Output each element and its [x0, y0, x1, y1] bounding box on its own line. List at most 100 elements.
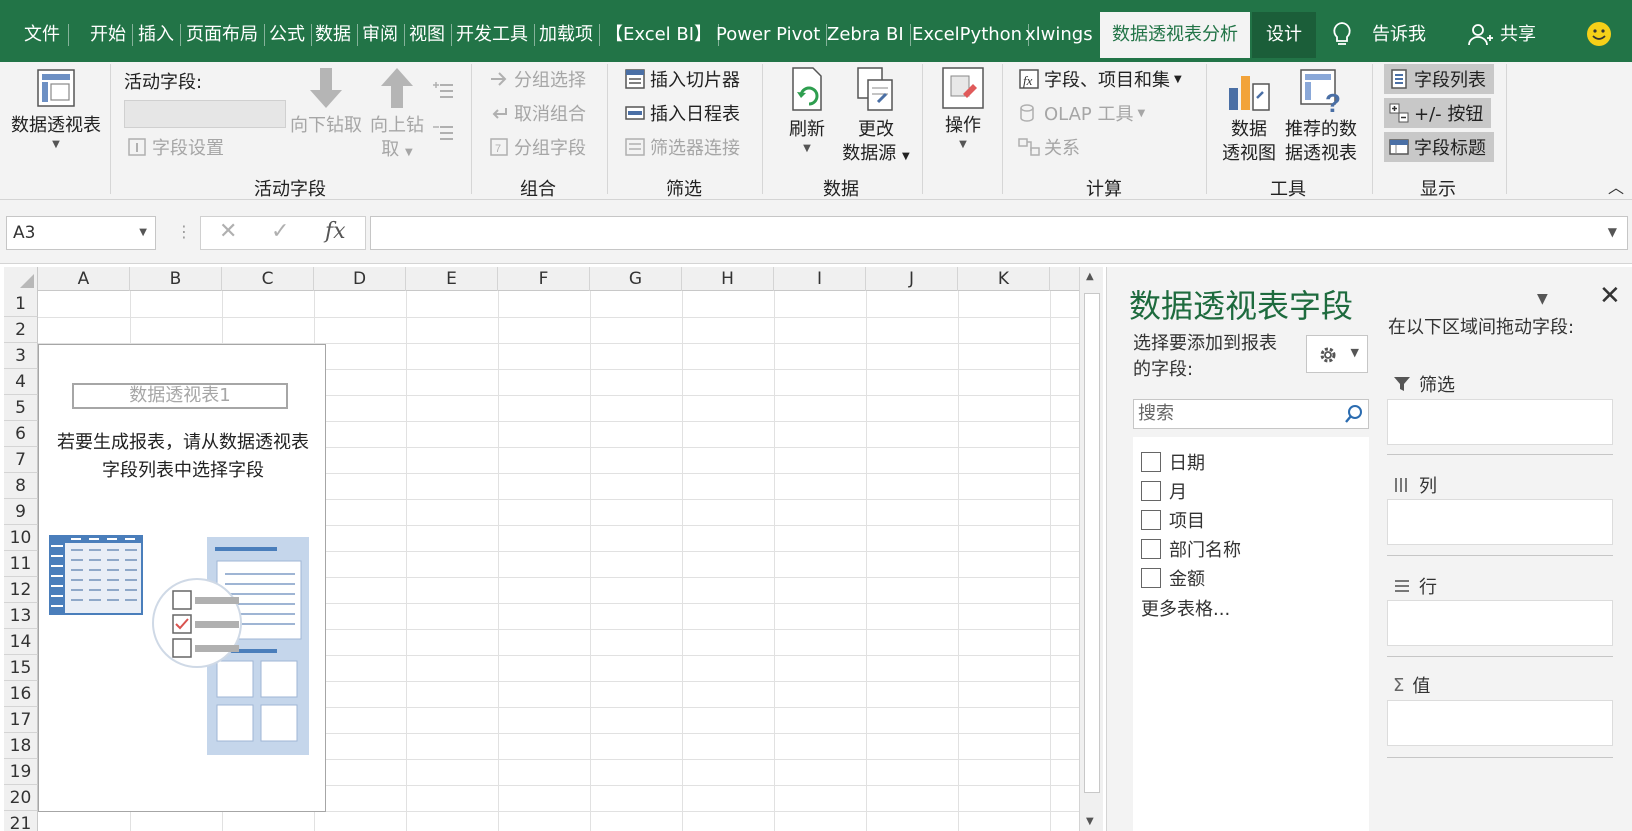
recommended-pivottables-button[interactable]: ? 推荐的数 据透视表	[1282, 66, 1360, 166]
column-header[interactable]: E	[406, 267, 498, 291]
formula-bar-grip-icon[interactable]: ⋮	[176, 222, 192, 241]
column-header[interactable]: A	[38, 267, 130, 291]
tab-developer[interactable]: 开发工具	[450, 12, 535, 58]
field-checkbox[interactable]	[1141, 568, 1161, 588]
lightbulb-icon[interactable]	[1328, 20, 1356, 48]
enter-formula-icon[interactable]: ✓	[271, 219, 289, 244]
expand-formula-chevron-icon[interactable]: ▼	[1608, 225, 1617, 239]
group-selection-button[interactable]: 分组选择	[488, 64, 586, 94]
group-field-button[interactable]: 7 分组字段	[488, 132, 586, 162]
row-header[interactable]: 14	[4, 629, 38, 655]
ungroup-button[interactable]: 取消组合	[488, 98, 586, 128]
row-header[interactable]: 20	[4, 785, 38, 811]
column-header[interactable]: H	[682, 267, 774, 291]
field-checkbox[interactable]	[1141, 510, 1161, 530]
row-header[interactable]: 3	[4, 343, 38, 369]
tab-pivot-analyze[interactable]: 数据透视表分析	[1100, 12, 1250, 58]
field-headers-toggle[interactable]: 字段标题	[1384, 132, 1494, 162]
tab-review[interactable]: 审阅	[356, 12, 405, 58]
pivottable-options-button[interactable]: 数据透视表 ▼	[6, 66, 106, 152]
row-header[interactable]: 6	[4, 421, 38, 447]
pivotchart-button[interactable]: 数据 透视图	[1218, 66, 1280, 166]
tab-insert[interactable]: 插入	[132, 12, 181, 58]
tab-xlwings[interactable]: xlwings	[1019, 12, 1099, 58]
cancel-formula-icon[interactable]: ✕	[219, 219, 237, 244]
field-checkbox[interactable]	[1141, 481, 1161, 501]
column-header[interactable]: C	[222, 267, 314, 291]
smiley-feedback-icon[interactable]	[1585, 20, 1613, 48]
close-icon[interactable]: ✕	[1599, 281, 1621, 311]
row-header[interactable]: 15	[4, 655, 38, 681]
drill-up-button[interactable]: 向上钻 取 ▼	[364, 66, 430, 165]
row-header[interactable]: 18	[4, 733, 38, 759]
rows-drop-area[interactable]	[1387, 600, 1613, 646]
row-header[interactable]: 13	[4, 603, 38, 629]
olap-tools-button[interactable]: OLAP 工具 ▼	[1018, 98, 1145, 128]
tab-page-layout[interactable]: 页面布局	[180, 12, 265, 58]
field-item-month[interactable]: 月	[1141, 478, 1187, 504]
collapse-field-icon[interactable]	[432, 122, 454, 144]
more-tables-link[interactable]: 更多表格...	[1141, 595, 1230, 621]
column-header[interactable]: J	[866, 267, 958, 291]
column-header[interactable]: F	[498, 267, 590, 291]
row-header[interactable]: 17	[4, 707, 38, 733]
insert-timeline-button[interactable]: 插入日程表	[624, 98, 740, 128]
scroll-down-arrow-icon[interactable]: ▼	[1086, 816, 1094, 827]
buttons-toggle[interactable]: +/- 按钮	[1384, 98, 1492, 128]
refresh-button[interactable]: 刷新 ▼	[780, 66, 834, 156]
field-list-toggle[interactable]: 字段列表	[1384, 64, 1494, 94]
field-item-date[interactable]: 日期	[1141, 449, 1205, 475]
row-header[interactable]: 7	[4, 447, 38, 473]
columns-drop-area[interactable]	[1387, 499, 1613, 545]
insert-function-icon[interactable]: fx	[325, 219, 346, 244]
pivottable-placeholder[interactable]: 数据透视表1 若要生成报表，请从数据透视表 字段列表中选择字段	[38, 344, 326, 812]
values-drop-area[interactable]	[1387, 700, 1613, 746]
tab-file[interactable]: 文件	[16, 12, 69, 58]
column-header[interactable]: D	[314, 267, 406, 291]
scroll-up-arrow-icon[interactable]: ▲	[1086, 271, 1094, 282]
share-person-icon[interactable]	[1466, 20, 1494, 48]
tab-zebra-bi[interactable]: Zebra BI	[821, 12, 911, 58]
change-data-source-button[interactable]: 更改 数据源 ▼	[838, 66, 914, 169]
filter-connections-button[interactable]: 筛选器连接	[624, 132, 740, 162]
name-box[interactable]: A3 ▼	[6, 216, 156, 250]
pane-options-chevron-icon[interactable]: ▼	[1537, 291, 1548, 307]
row-header[interactable]: 5	[4, 395, 38, 421]
fields-items-sets-button[interactable]: fx 字段、项目和集 ▼	[1018, 64, 1182, 94]
tab-addins[interactable]: 加载项	[533, 12, 600, 58]
row-header[interactable]: 8	[4, 473, 38, 499]
row-header[interactable]: 10	[4, 525, 38, 551]
filters-drop-area[interactable]	[1387, 399, 1613, 445]
expand-field-icon[interactable]	[432, 80, 454, 102]
active-field-input[interactable]	[124, 100, 286, 128]
row-header[interactable]: 9	[4, 499, 38, 525]
tab-view[interactable]: 视图	[403, 12, 452, 58]
row-header[interactable]: 21	[4, 811, 38, 831]
select-all-corner[interactable]	[4, 267, 38, 291]
drill-down-button[interactable]: 向下钻取	[288, 66, 364, 138]
tab-home[interactable]: 开始	[84, 12, 133, 58]
row-header[interactable]: 16	[4, 681, 38, 707]
row-header[interactable]: 2	[4, 317, 38, 343]
share-button[interactable]: 共享	[1494, 12, 1542, 58]
name-box-dropdown-icon[interactable]: ▼	[139, 217, 147, 249]
field-checkbox[interactable]	[1141, 539, 1161, 559]
field-item-amount[interactable]: 金额	[1141, 565, 1205, 591]
column-header[interactable]: I	[774, 267, 866, 291]
tab-excel-bi[interactable]: 【Excel BI】	[599, 12, 720, 58]
field-list-settings-button[interactable]: ▼	[1306, 335, 1368, 373]
tab-excel-python[interactable]: ExcelPython	[906, 12, 1030, 58]
row-header[interactable]: 4	[4, 369, 38, 395]
vertical-scrollbar[interactable]: ▲ ▼	[1079, 267, 1103, 831]
field-search-input[interactable]: 搜索	[1133, 399, 1369, 429]
field-item-project[interactable]: 项目	[1141, 507, 1205, 533]
row-header[interactable]: 12	[4, 577, 38, 603]
row-header[interactable]: 19	[4, 759, 38, 785]
tell-me-search[interactable]: 告诉我	[1366, 12, 1432, 58]
actions-button[interactable]: 操作 ▼	[934, 66, 992, 152]
tab-formulas[interactable]: 公式	[263, 12, 312, 58]
collapse-ribbon-chevron-icon[interactable]: ︿	[1608, 174, 1624, 198]
tab-data[interactable]: 数据	[309, 12, 358, 58]
row-header[interactable]: 11	[4, 551, 38, 577]
relationships-button[interactable]: 关系	[1018, 132, 1080, 162]
